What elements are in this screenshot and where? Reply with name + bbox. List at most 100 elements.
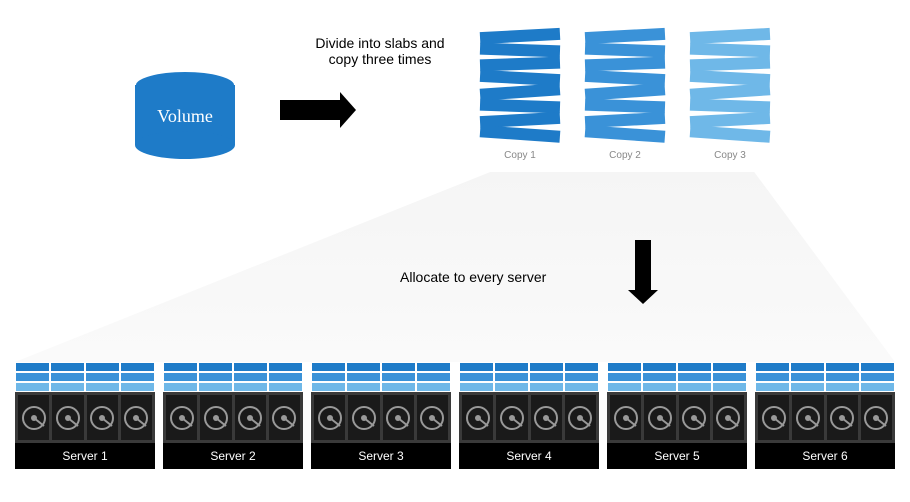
arrow-allocate (635, 240, 651, 290)
slab (585, 99, 665, 114)
server-slabs (15, 362, 155, 392)
tiny-slab (163, 362, 198, 372)
tiny-slab (416, 372, 451, 382)
tiny-slab (198, 372, 233, 382)
tiny-slab (860, 372, 895, 382)
drive-icon (200, 395, 231, 440)
tiny-slab (120, 372, 155, 382)
slab-row (607, 382, 747, 392)
tiny-slab (529, 382, 564, 392)
server-label: Server 1 (15, 443, 155, 469)
slab-row (163, 382, 303, 392)
tiny-slab (790, 372, 825, 382)
server-slabs (163, 362, 303, 392)
drive-icon (792, 395, 823, 440)
tiny-slab (607, 372, 642, 382)
tiny-slab (494, 362, 529, 372)
drives-row (311, 392, 451, 443)
tiny-slab (790, 382, 825, 392)
tiny-slab (677, 362, 712, 372)
caption-allocate: Allocate to every server (400, 269, 546, 285)
drive-icon (827, 395, 858, 440)
tiny-slab (416, 382, 451, 392)
drive-icon (166, 395, 197, 440)
tiny-slab (459, 362, 494, 372)
tiny-slab (755, 362, 790, 372)
slab-row (15, 382, 155, 392)
tiny-slab (311, 382, 346, 392)
drives-row (607, 392, 747, 443)
slab-stack: Copy 1 (480, 30, 560, 161)
tiny-slab (85, 362, 120, 372)
server: Server 4 (459, 362, 599, 469)
tiny-slab (381, 362, 416, 372)
drives-row (163, 392, 303, 443)
tiny-slab (860, 382, 895, 392)
tiny-slab (15, 372, 50, 382)
slab (585, 43, 665, 58)
slab (480, 125, 561, 143)
drive-icon (314, 395, 345, 440)
tiny-slab (85, 372, 120, 382)
server: Server 3 (311, 362, 451, 469)
drive-icon (758, 395, 789, 440)
drive-icon (121, 395, 152, 440)
slab (480, 99, 560, 114)
slab (585, 28, 666, 44)
tiny-slab (268, 382, 303, 392)
tiny-slab (494, 372, 529, 382)
slab-stack: Copy 3 (690, 30, 770, 161)
tiny-slab (15, 362, 50, 372)
server-label: Server 5 (607, 443, 747, 469)
drive-icon (462, 395, 493, 440)
tiny-slab (677, 372, 712, 382)
drive-icon (348, 395, 379, 440)
slab (480, 57, 560, 72)
caption-divide: Divide into slabs and copy three times (300, 35, 460, 67)
tiny-slab (529, 362, 564, 372)
slab-row (755, 372, 895, 382)
server-label: Server 2 (163, 443, 303, 469)
tiny-slab (233, 362, 268, 372)
drive-icon (18, 395, 49, 440)
tiny-slab (860, 362, 895, 372)
tiny-slab (268, 372, 303, 382)
server: Server 2 (163, 362, 303, 469)
drive-icon (383, 395, 414, 440)
tiny-slab (607, 382, 642, 392)
tiny-slab (50, 372, 85, 382)
tiny-slab (494, 382, 529, 392)
tiny-slab (459, 372, 494, 382)
drives-row (755, 392, 895, 443)
tiny-slab (50, 362, 85, 372)
tiny-slab (268, 362, 303, 372)
drive-icon (87, 395, 118, 440)
slab-stack: Copy 2 (585, 30, 665, 161)
server-slabs (311, 362, 451, 392)
slab-row (15, 362, 155, 372)
slab (690, 57, 770, 72)
tiny-slab (198, 362, 233, 372)
slab-row (459, 372, 599, 382)
server-label: Server 3 (311, 443, 451, 469)
drive-icon (269, 395, 300, 440)
tiny-slab (311, 362, 346, 372)
tiny-slab (459, 382, 494, 392)
tiny-slab (564, 382, 599, 392)
slab-row (607, 372, 747, 382)
tiny-slab (381, 372, 416, 382)
drive-icon (861, 395, 892, 440)
tiny-slab (755, 382, 790, 392)
server: Server 5 (607, 362, 747, 469)
tiny-slab (120, 362, 155, 372)
slab-row (163, 362, 303, 372)
slab-row (755, 362, 895, 372)
slab-row (163, 372, 303, 382)
drive-icon (531, 395, 562, 440)
tiny-slab (564, 362, 599, 372)
drive-icon (417, 395, 448, 440)
tiny-slab (50, 382, 85, 392)
tiny-slab (163, 382, 198, 392)
drive-icon (610, 395, 641, 440)
drives-row (15, 392, 155, 443)
